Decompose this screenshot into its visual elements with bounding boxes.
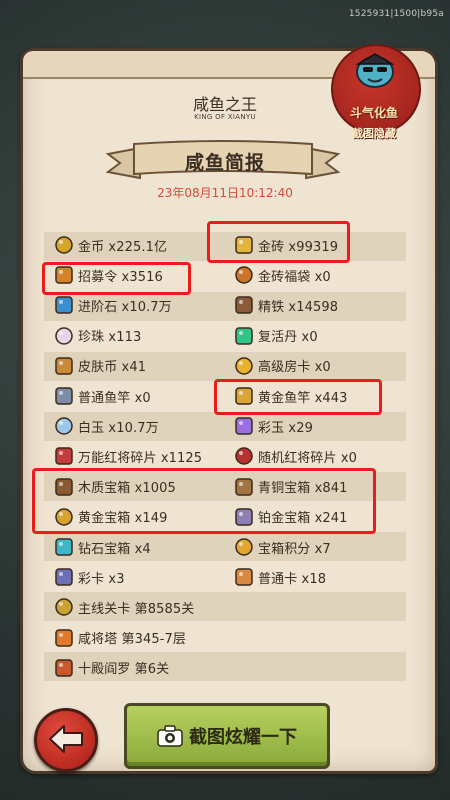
resource-item-label: 万能红将碎片 x1125 (78, 450, 203, 466)
resource-item: 皮肤币 x41 (54, 351, 146, 381)
resource-item: 彩玉 x29 (234, 411, 313, 441)
fish-mascot-icon (355, 53, 395, 88)
resource-item: 万能红将碎片 x1125 (54, 441, 202, 471)
random-red-fragment-icon (235, 447, 253, 466)
resource-item: 金砖福袋 x0 (234, 260, 331, 290)
resource-item-label: 彩玉 x29 (258, 420, 313, 436)
resource-item: 钻石宝箱 x4 (54, 532, 151, 562)
white-jade-icon (55, 417, 73, 435)
resource-item: 高级房卡 x0 (234, 351, 331, 381)
revive-pill-icon (235, 326, 253, 345)
stamp-title: 斗气化鱼 (349, 106, 398, 120)
back-button[interactable] (34, 708, 98, 772)
normal-card-icon (235, 568, 253, 586)
report-banner-title: 咸鱼简报 (184, 152, 265, 174)
resource-item-label: 彩卡 x3 (78, 571, 125, 587)
highlight-chests (32, 468, 376, 534)
resource-item-label: 进阶石 x10.7万 (78, 299, 172, 315)
gold-lucky-bag-icon (235, 266, 253, 284)
resource-item-label: 普通卡 x18 (258, 571, 327, 587)
resource-item-label: 十殿阎罗 第6关 (78, 662, 170, 678)
resource-item: 精铁 x14598 (234, 290, 338, 320)
resource-item-label: 钻石宝箱 x4 (78, 541, 151, 557)
resource-item: 金币 x225.1亿 (54, 230, 167, 260)
resource-item-label: 皮肤币 x41 (78, 360, 147, 376)
highlight-gold-brick (207, 221, 350, 263)
premium-room-card-icon (235, 357, 253, 375)
report-date: 23年08月11日10:12:40 (157, 186, 293, 200)
resource-item-label: 精铁 x14598 (258, 299, 339, 315)
stamp-hint: 截图隐藏 (352, 127, 396, 140)
advance-stone-icon (55, 296, 73, 315)
resource-item-label: 复活丹 x0 (258, 330, 318, 346)
session-id-text: 1525931|1500|b95a (348, 9, 444, 19)
color-jade-icon (235, 417, 253, 435)
resource-item: 主线关卡 第8585关 (54, 592, 194, 622)
resource-item-label: 金砖福袋 x0 (258, 269, 331, 285)
hell-king-icon (55, 659, 73, 677)
color-card-icon (55, 568, 73, 586)
resource-item: 宝箱积分 x7 (234, 532, 331, 562)
resource-item-label: 随机红将碎片 x0 (258, 450, 357, 466)
resource-item-label: 珍珠 x113 (78, 330, 142, 346)
diamond-chest-icon (55, 538, 73, 556)
resource-item-label: 普通鱼竿 x0 (78, 390, 151, 406)
universal-red-fragment-icon (55, 447, 73, 466)
resource-item-label: 金币 x225.1亿 (78, 239, 168, 255)
screenshot-button-label: 截图炫耀一下 (189, 727, 297, 748)
resource-item: 十殿阎罗 第6关 (54, 653, 169, 683)
resource-item: 复活丹 x0 (234, 321, 318, 351)
refined-iron-icon (235, 296, 253, 315)
resource-item-label: 咸将塔 第345-7层 (78, 632, 187, 648)
resource-item-label: 白玉 x10.7万 (78, 420, 159, 436)
gold-coin-icon (55, 236, 73, 254)
screenshot-share-button[interactable]: 截图炫耀一下 (124, 703, 330, 769)
main-stage-icon (55, 598, 73, 617)
highlight-recruit-order (42, 262, 191, 295)
resource-item-label: 高级房卡 x0 (258, 360, 331, 376)
skin-coin-icon (55, 357, 73, 375)
highlight-golden-rod (214, 379, 382, 415)
resource-item: 珍珠 x113 (54, 321, 141, 351)
tower-icon (55, 628, 73, 647)
resource-item-label: 宝箱积分 x7 (258, 541, 331, 557)
resource-item: 咸将塔 第345-7层 (54, 623, 186, 653)
resource-item-label: 主线关卡 第8585关 (78, 601, 195, 617)
chest-points-icon (235, 538, 253, 556)
camera-icon (157, 725, 183, 747)
resource-item: 白玉 x10.7万 (54, 411, 159, 441)
normal-rod-icon (55, 387, 73, 405)
resource-item: 普通鱼竿 x0 (54, 381, 151, 411)
back-arrow-icon (49, 725, 83, 753)
pearl-icon (55, 326, 73, 345)
resource-item: 随机红将碎片 x0 (234, 441, 357, 471)
resource-item: 普通卡 x18 (234, 562, 326, 592)
resource-item: 彩卡 x3 (54, 562, 125, 592)
